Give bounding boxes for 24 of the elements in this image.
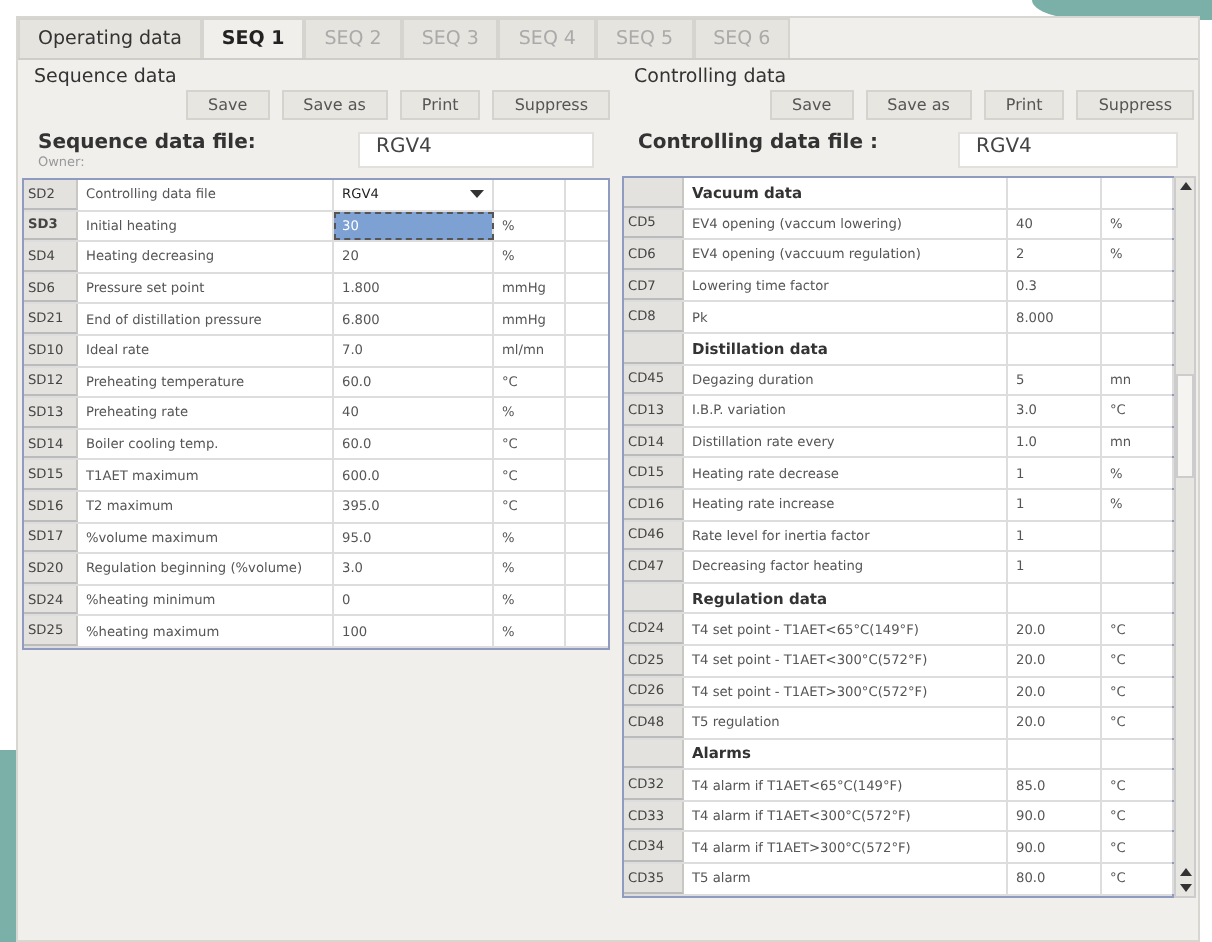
file-label: Controlling data file : bbox=[638, 132, 880, 154]
row-header[interactable] bbox=[624, 583, 684, 613]
file-name-field[interactable]: RGV4 bbox=[958, 132, 1178, 168]
toolbar-button[interactable]: Save as bbox=[281, 90, 388, 120]
toolbar-button[interactable]: Save bbox=[770, 90, 854, 120]
file-name-field[interactable]: RGV4 bbox=[358, 132, 594, 168]
scroll-up-icon[interactable] bbox=[1177, 178, 1193, 194]
toolbar-button[interactable]: Print bbox=[399, 90, 481, 120]
file-label: Sequence data file: bbox=[38, 132, 258, 154]
tab[interactable]: SEQ 1 bbox=[201, 18, 305, 58]
scrollbar[interactable] bbox=[1174, 176, 1196, 898]
row-header[interactable] bbox=[624, 333, 684, 364]
section-title: Controlling data bbox=[634, 66, 789, 88]
toolbar-button[interactable]: Save as bbox=[865, 90, 972, 120]
row-header[interactable] bbox=[624, 739, 684, 769]
toolbar-button[interactable]: Print bbox=[983, 90, 1065, 120]
toolbar-button[interactable]: Suppress bbox=[492, 90, 610, 120]
row-header[interactable] bbox=[624, 178, 684, 208]
section-title: Sequence data bbox=[34, 66, 179, 88]
scroll-thumb[interactable] bbox=[1176, 374, 1194, 478]
toolbar-button[interactable]: Save bbox=[186, 90, 270, 120]
tab[interactable]: Operating data bbox=[18, 18, 202, 58]
caret-icon bbox=[470, 190, 484, 199]
toolbar-button[interactable]: Suppress bbox=[1076, 90, 1194, 120]
